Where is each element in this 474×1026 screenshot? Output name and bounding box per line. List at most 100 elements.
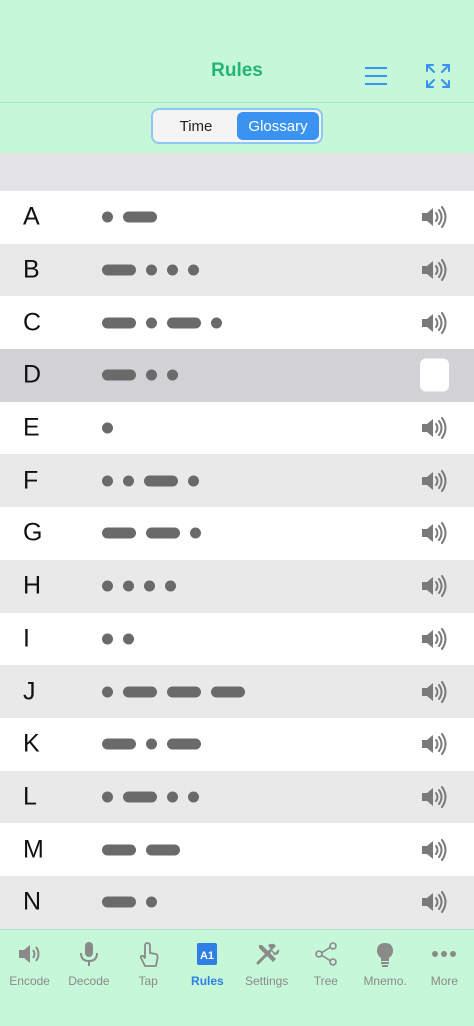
letter-label: B: [23, 255, 40, 284]
tab-bar: Encode Decode Tap A1 Rules Settings Tree Mnemo.…: [0, 929, 474, 1026]
list-item[interactable]: F: [0, 454, 474, 508]
morse-dash: [102, 738, 136, 750]
list-item[interactable]: M: [0, 823, 474, 876]
speaker-icon: [422, 627, 447, 650]
morse-code-n: [102, 896, 157, 908]
morse-dot: [188, 791, 199, 803]
list-item[interactable]: E: [0, 401, 474, 455]
tab-tap[interactable]: Tap: [119, 930, 178, 1026]
play-sound-button[interactable]: [420, 520, 448, 546]
speaker-icon: [422, 891, 447, 914]
tab-label: Decode: [68, 974, 110, 988]
morse-code-a: [102, 211, 157, 223]
play-sound-button[interactable]: [420, 731, 448, 757]
tab-label: More: [430, 974, 459, 988]
morse-dash: [167, 738, 201, 750]
speaker-icon: [422, 469, 447, 492]
speaker-icon: [422, 733, 447, 756]
letter-label: H: [23, 571, 42, 600]
list-lines-icon: [365, 67, 387, 85]
morse-glossary-list: ABCDEFGHIJKLMN: [0, 191, 474, 929]
playing-indicator-button[interactable]: [420, 358, 449, 392]
play-sound-button[interactable]: [420, 679, 448, 705]
play-sound-button[interactable]: [420, 415, 448, 441]
svg-text:A1: A1: [200, 950, 214, 962]
speaker-icon: [16, 940, 44, 968]
list-item[interactable]: H: [0, 559, 474, 613]
morse-dot: [165, 580, 176, 592]
morse-dot: [146, 369, 157, 381]
play-sound-button[interactable]: [420, 257, 448, 283]
letter-label: A: [23, 202, 40, 231]
tab-mnemo[interactable]: Mnemo.: [356, 930, 415, 1026]
morse-code-d: [102, 369, 178, 381]
hand-tap-icon: [134, 940, 162, 968]
morse-dash: [144, 475, 178, 487]
morse-dash: [146, 844, 180, 856]
list-item[interactable]: C: [0, 296, 474, 350]
morse-dot: [146, 264, 157, 276]
a1-icon: A1: [193, 940, 221, 968]
morse-dot: [146, 896, 157, 908]
morse-dot: [102, 791, 113, 803]
play-sound-button[interactable]: [420, 204, 448, 230]
lightbulb-icon: [371, 940, 399, 968]
play-sound-button[interactable]: [420, 626, 448, 652]
list-menu-button[interactable]: [362, 62, 390, 90]
tab-decode[interactable]: Decode: [59, 930, 118, 1026]
morse-code-f: [102, 475, 199, 487]
list-item[interactable]: B: [0, 243, 474, 297]
morse-dot: [123, 580, 134, 592]
play-sound-button[interactable]: [420, 573, 448, 599]
morse-dot: [123, 475, 134, 487]
morse-code-l: [102, 791, 199, 803]
letter-label: D: [23, 360, 42, 389]
morse-dash: [123, 686, 157, 698]
tab-tree[interactable]: Tree: [296, 930, 355, 1026]
play-sound-button[interactable]: [420, 837, 448, 863]
morse-dot: [102, 475, 113, 487]
list-item[interactable]: I: [0, 612, 474, 666]
list-item[interactable]: N: [0, 875, 474, 929]
speaker-icon: [422, 259, 447, 282]
tab-label: Tree: [313, 974, 338, 988]
morse-code-m: [102, 844, 180, 856]
tab-encode[interactable]: Encode: [0, 930, 59, 1026]
speaker-icon: [422, 838, 447, 861]
tab-rules[interactable]: A1 Rules: [178, 930, 237, 1026]
morse-code-i: [102, 633, 134, 645]
morse-dot: [190, 527, 201, 539]
tab-label: Mnemo.: [363, 974, 407, 988]
morse-dash: [123, 791, 157, 803]
morse-dash: [146, 527, 180, 539]
play-sound-button[interactable]: [420, 468, 448, 494]
tab-settings[interactable]: Settings: [237, 930, 296, 1026]
fullscreen-button[interactable]: [424, 62, 452, 90]
letter-label: M: [23, 835, 44, 864]
play-sound-button[interactable]: [420, 784, 448, 810]
list-item[interactable]: G: [0, 507, 474, 560]
list-item[interactable]: J: [0, 665, 474, 718]
speaker-icon: [422, 575, 447, 598]
segment-glossary[interactable]: Glossary: [237, 112, 319, 140]
navigation-bar: Rules: [0, 42, 474, 102]
tab-more[interactable]: More: [415, 930, 474, 1026]
list-item[interactable]: K: [0, 717, 474, 771]
list-item[interactable]: A: [0, 191, 474, 244]
list-item[interactable]: D: [0, 349, 474, 402]
morse-dot: [102, 422, 113, 434]
speaker-icon: [422, 206, 447, 229]
segment-time[interactable]: Time: [155, 112, 237, 140]
morse-dash: [102, 317, 136, 329]
play-sound-button[interactable]: [420, 310, 448, 336]
morse-code-h: [102, 580, 176, 592]
page-title: Rules: [211, 60, 263, 81]
play-sound-button[interactable]: [420, 889, 448, 915]
morse-dash: [211, 686, 245, 698]
speaker-icon: [422, 311, 447, 334]
morse-code-g: [102, 527, 201, 539]
tools-icon: [253, 940, 281, 968]
letter-label: G: [23, 518, 43, 547]
morse-dot: [123, 633, 134, 645]
list-item[interactable]: L: [0, 770, 474, 824]
